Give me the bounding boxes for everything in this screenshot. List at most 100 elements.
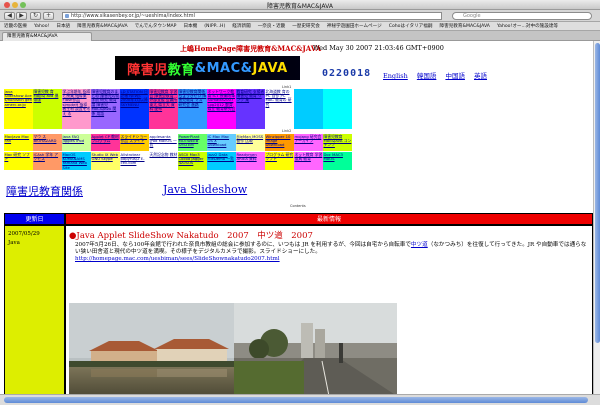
link-grid-cell[interactable]: Java FAQ Jiggles iPod xyxy=(62,134,91,151)
horizontal-scrollbar[interactable] xyxy=(0,394,600,405)
bookmark-item[interactable]: 障害児教育&MAC&JAVA xyxy=(439,24,489,29)
bookmarks-bar: 近畿の医療 Yahoo! 日本語 障害児教育&MAC&JAVA でんでんタウンMAP 日本… xyxy=(0,22,600,31)
search-input[interactable]: Google xyxy=(452,12,592,20)
news-url-link[interactable]: http://homepage.mac.com/uesbiman/sees/Sl… xyxy=(75,256,280,262)
link-grid-cell[interactable]: 障害児教育 Mac&JAVA コンテンツ xyxy=(323,134,352,151)
link-grid-cell[interactable]: Applet CP 教材 プログラム xyxy=(91,134,120,151)
link-grid-cell[interactable]: 障害児教育関係 ちょうきせい 障害児教育 マス 研究会 進路 xyxy=(178,89,207,129)
link-grid-cell xyxy=(352,152,381,170)
link-grid-cell[interactable]: ICAsh 学年 アクセス xyxy=(33,152,62,170)
bookmark-item[interactable]: (NIPP...H) xyxy=(204,24,225,29)
bookmark-item[interactable]: Cohoはイタリア福嗣 xyxy=(389,24,433,29)
browser-toolbar: ◀ ▶ ↻ + http://www.sikasenbey.or.jp/~ues… xyxy=(0,10,600,22)
link-grid-cell xyxy=(439,152,468,170)
link-grid-cell xyxy=(497,134,526,151)
address-bar[interactable]: http://www.sikasenbey.or.jp/~ueshima/ind… xyxy=(62,12,442,20)
link-grid-cell[interactable]: MacOS KOMANAMS Yamaha Web Site xyxy=(62,152,91,170)
photo-scene-image xyxy=(69,303,397,394)
link-grid-cell[interactable]: Doc MAC3 MoOS xyxy=(323,152,352,170)
news-body-text: 2007年5月26日、なら100年会館で行われた奈良市教組の総会に参加するのに、… xyxy=(75,242,411,248)
logo-text-2: 教育 xyxy=(167,62,195,78)
link-grid-cell[interactable]: 障害児教育 学習会 障害児教育 外部支援 会議所 東大 県立大 資料 配布 xyxy=(149,89,178,129)
link-grid-cell xyxy=(410,134,439,151)
site-title: 上嶋HomePage障害児教育&MAC&JAVA xyxy=(180,44,322,53)
lang-link-english[interactable]: English xyxy=(383,72,408,80)
link-grid-cell[interactable]: 北海道教 育のPC 自作 PC MAC 教育の 研究 xyxy=(265,89,294,129)
link-grid-cell[interactable]: 学ぶ年齢年 指導と授業 指導案 Flash作品 simpteH 指導者主材 設置… xyxy=(62,89,91,129)
news-title[interactable]: ●Java Applet SlideShow Nakatudo 2007 中ツ道… xyxy=(69,229,589,241)
add-bookmark-button[interactable]: + xyxy=(43,12,54,20)
link-grid-cell xyxy=(410,89,439,129)
link-grid-cell xyxy=(468,152,497,170)
column-header-news: 最新情報 xyxy=(65,213,593,225)
bookmark-item[interactable]: 経済新聞 xyxy=(232,24,250,29)
bookmark-item[interactable]: Yahoo!オー...対中の施設達等 xyxy=(497,24,558,29)
link-grid-cell[interactable]: 障害児教 育Mac&J ava 携帯版 xyxy=(33,89,62,129)
link-grid-cell[interactable]: Java Slideshow Ace s/nonishin gen amerc.… xyxy=(4,89,33,129)
link-grid-cell xyxy=(410,152,439,170)
link-grid-cell[interactable]: ネット教育 学習 道具 教育 xyxy=(294,152,323,170)
page-content: 上嶋HomePage障害児教育&MAC&JAVA Wed May 30 2007… xyxy=(0,41,593,394)
vertical-scrollbar-thumb[interactable] xyxy=(595,43,600,343)
bookmark-item[interactable]: 障害児教育&MAC&JAVA xyxy=(77,24,127,29)
link-grid-cell[interactable]: Jazz2 Data FileDemo 一覧 xyxy=(207,152,236,170)
link-grid-cell[interactable]: MacJava Mac Fan xyxy=(4,134,33,151)
table-caption: Contents xyxy=(290,204,306,208)
link-grid-cell xyxy=(526,152,555,170)
link-grid-cell[interactable]: mojang 研究会 アーカイブ xyxy=(294,134,323,151)
link-grid-cell[interactable]: Winzipper 10 Image Download xyxy=(265,134,294,151)
link-grid-cell[interactable]: プログラム 研究 ソフト xyxy=(265,152,294,170)
bookmark-item[interactable]: Yahoo! xyxy=(34,24,49,29)
forward-button[interactable]: ▶ xyxy=(16,12,27,20)
window-title: 障害児教育&MAC&JAVA xyxy=(267,3,333,10)
link-grid-cell[interactable]: LD STATION 日記帳 NEWS 2000年1月以降 SKYMENU xyxy=(120,89,149,129)
link-grid-cell[interactable]: IC Mac Mac OS X Download xyxy=(207,134,236,151)
link-grid-cell[interactable]: applesanta iPod MacOS 一覧 xyxy=(149,134,178,151)
lang-link-english-jp[interactable]: 英語 xyxy=(474,72,487,80)
tab-active[interactable]: 障害児教育&MAC&JAVA xyxy=(2,32,92,41)
link-grid-cell[interactable]: FileMan MOSS 動作 比較 xyxy=(236,134,265,151)
link-grid-cell[interactable]: Studio IX Web GNU Skype xyxy=(91,152,120,170)
link-grid-cell[interactable]: スライドショー 作品 スライド xyxy=(120,134,149,151)
link-grid-cell[interactable]: ネットワーク教育 ICT 授業改革 Sumatra2007 Lop2012 教育… xyxy=(207,89,236,129)
vertical-scrollbar[interactable] xyxy=(593,41,600,394)
link-grid-cell xyxy=(439,134,468,151)
bookmark-item[interactable]: 近畿の医療 xyxy=(4,24,27,29)
reload-button[interactable]: ↻ xyxy=(30,12,41,20)
heading-link-left[interactable]: 障害児教育関係 xyxy=(6,183,83,199)
back-button[interactable]: ◀ xyxy=(4,12,15,20)
link-grid-cell[interactable]: マウ ス BIOHAZARD xyxy=(33,134,62,151)
link-grid-cell[interactable]: Mac 研究 ソフト xyxy=(4,152,33,170)
horizontal-scrollbar-thumb[interactable] xyxy=(4,397,588,403)
lang-link-chinese[interactable]: 中国語 xyxy=(445,72,465,80)
bookmark-item[interactable]: 日本語 xyxy=(56,24,70,29)
link-grid-cell[interactable]: 障害児教育のまとめ 障害児の就学前 研究 教育論 障害児 MAC&JAVA 関係… xyxy=(91,89,120,129)
link-grid-cell xyxy=(497,89,526,129)
link-grid-cell xyxy=(468,134,497,151)
link-grid-cell[interactable]: 教育研究 支援者 障害児 教育 リンク 集 xyxy=(236,89,265,129)
bookmark-item[interactable]: 日本機 xyxy=(183,24,197,29)
bookmark-item[interactable]: 一歴史研究会 xyxy=(292,24,320,29)
timestamp: Wed May 30 2007 21:03:46 GMT+0900 xyxy=(313,44,444,52)
link-grid-cell[interactable]: Allstrotear papyrus/2 E-cell.com xyxy=(120,152,149,170)
news-body: 2007年5月26日、なら100年会館で行われた奈良市教組の総会に参加するのに、… xyxy=(69,242,589,263)
link-grid-row-3: Mac 研究 ソフト ICAsh 学年 アクセス MacOS KOMANAMS Ya… xyxy=(4,152,584,170)
link-grid-cell[interactable]: Readymen ARIEA 資料 xyxy=(236,152,265,170)
link-grid-cell[interactable]: PowerPlant MOTWEEB SYSTEM xyxy=(178,134,207,151)
bookmark-item[interactable]: 神秘学遊園田ホームページ xyxy=(327,24,382,29)
link-grid-cell xyxy=(352,134,381,151)
slideshow-photo[interactable] xyxy=(69,303,397,394)
link-grid-cell[interactable]: 天然記念物 教材 xyxy=(149,152,178,170)
link-grid-cell xyxy=(497,152,526,170)
bookmark-item[interactable]: でんでんタウンMAP xyxy=(135,24,177,29)
link-grid-cell[interactable]: ASCII Mac3 Cocoa Jagger IDOSOS xyxy=(178,152,207,170)
link-grid-cell xyxy=(323,89,352,129)
visitor-counter: 0220018 xyxy=(322,68,372,79)
link-grid-cell xyxy=(526,89,555,129)
heading-link-right[interactable]: Java Slideshow xyxy=(163,183,247,196)
link-grid-cell xyxy=(555,134,584,151)
news-inline-link[interactable]: 中ツ道 xyxy=(411,242,428,248)
lang-link-korean[interactable]: 韓国語 xyxy=(417,72,437,80)
logo-text-3: &MAC& xyxy=(194,60,253,76)
bookmark-item[interactable]: 一奈良・近畿 xyxy=(258,24,286,29)
